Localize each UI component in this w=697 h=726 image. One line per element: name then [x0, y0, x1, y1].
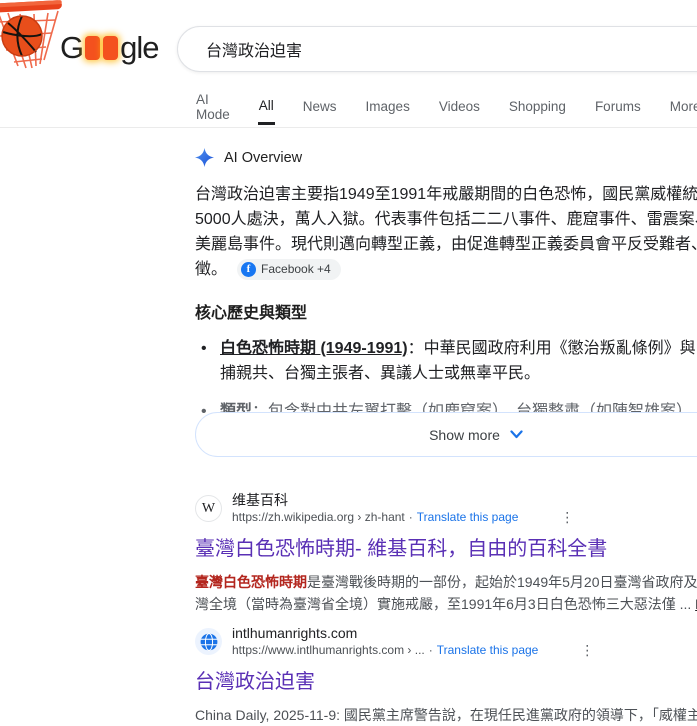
wikipedia-favicon-icon: W: [195, 495, 222, 522]
url-separator: ·: [429, 642, 433, 658]
show-more-label: Show more: [429, 427, 500, 443]
search-result-wikipedia: W 维基百科 https://zh.wikipedia.org › zh-han…: [195, 492, 697, 615]
result-site-name[interactable]: intlhumanrights.com: [232, 625, 594, 642]
ai-overview-label: AI Overview: [224, 150, 302, 166]
result-site-name[interactable]: 维基百科: [232, 492, 574, 509]
result-snippet: China Daily, 2025-11-9: 國民黨主席警告說，在現任民進黨政…: [195, 704, 697, 726]
ai-section-heading: 核心歷史與類型: [195, 299, 697, 323]
bullet-marker: •: [201, 336, 207, 361]
google-doodle-logo[interactable]: G gle: [60, 30, 159, 66]
result-header[interactable]: W 维基百科 https://zh.wikipedia.org › zh-han…: [195, 492, 697, 525]
url-separator: ·: [409, 509, 413, 525]
list-item: • 白色恐怖時期 (1949-1991)：中華民國政府利用《懲治叛亂條例》與《戒…: [195, 336, 697, 386]
paragraph-line: 徵。 f Facebook +4: [195, 257, 697, 282]
globe-favicon-icon: [195, 628, 222, 655]
tab-all[interactable]: All: [258, 88, 275, 125]
tab-ai-mode[interactable]: AI Mode: [195, 88, 231, 125]
more-options-icon[interactable]: ⋮: [560, 512, 574, 522]
result-title-link[interactable]: 臺灣白色恐怖時期- 維基百科，自由的百科全書: [195, 536, 697, 562]
translate-link[interactable]: Translate this page: [437, 642, 539, 658]
results-nav-bar: AI Mode All News Images Videos Shopping …: [0, 88, 697, 128]
logo-letters-gle: gle: [120, 30, 158, 66]
tab-shopping[interactable]: Shopping: [508, 88, 567, 125]
doodle-oo-blocks: [85, 36, 118, 60]
tab-more[interactable]: More: [669, 88, 697, 125]
result-header[interactable]: intlhumanrights.com https://www.intlhuma…: [195, 625, 697, 658]
search-bar[interactable]: 台灣政治迫害: [177, 26, 697, 72]
doodle-block-icon: [85, 36, 100, 60]
translate-link[interactable]: Translate this page: [417, 509, 519, 525]
ai-overview-paragraph: 台灣政治迫害主要指1949至1991年戒嚴期間的白色恐怖，國民黨威權統治下約40…: [195, 182, 697, 282]
facebook-icon: f: [241, 262, 256, 277]
term-link[interactable]: 白色恐怖時期 (1949-1991): [220, 340, 408, 357]
highlighted-keyword: 臺灣白色恐怖時期: [195, 574, 307, 590]
ai-sparkle-icon: [195, 148, 214, 167]
paragraph-line: 美麗島事件。現代則邁向轉型正義，由促進轉型正義委員會平反受難者、清理威權象: [195, 232, 697, 257]
ai-overview-header: AI Overview: [195, 148, 697, 167]
doodle-block-icon: [103, 36, 118, 60]
tab-news[interactable]: News: [302, 88, 338, 125]
result-url[interactable]: https://www.intlhumanrights.com › ...: [232, 642, 425, 658]
more-options-icon[interactable]: ⋮: [580, 645, 594, 655]
facebook-sources-chip[interactable]: f Facebook +4: [237, 259, 341, 280]
result-title-link[interactable]: 台灣政治迫害: [195, 669, 697, 695]
tab-images[interactable]: Images: [365, 88, 411, 125]
paragraph-line: 台灣政治迫害主要指1949至1991年戒嚴期間的白色恐怖，國民黨威權統治下約40…: [195, 182, 697, 207]
result-snippet: 臺灣白色恐怖時期是臺灣戰後時期的一部份，起始於1949年5月20日臺灣省政府及臺…: [195, 571, 697, 615]
tab-forums[interactable]: Forums: [594, 88, 642, 125]
basketball-doodle[interactable]: [0, 0, 64, 74]
tab-videos[interactable]: Videos: [438, 88, 481, 125]
result-url[interactable]: https://zh.wikipedia.org › zh-hant: [232, 509, 405, 525]
search-tabs: AI Mode All News Images Videos Shopping …: [195, 88, 697, 128]
chevron-down-icon: [510, 430, 523, 439]
facebook-chip-label: Facebook +4: [261, 257, 331, 282]
logo-letter-g: G: [60, 30, 83, 66]
paragraph-line: 5000人處決，萬人入獄。代表事件包括二二八事件、鹿窟事件、雷震案、陳文成事件: [195, 207, 697, 232]
search-query-text[interactable]: 台灣政治迫害: [206, 37, 302, 61]
show-more-button[interactable]: Show more: [195, 412, 697, 457]
